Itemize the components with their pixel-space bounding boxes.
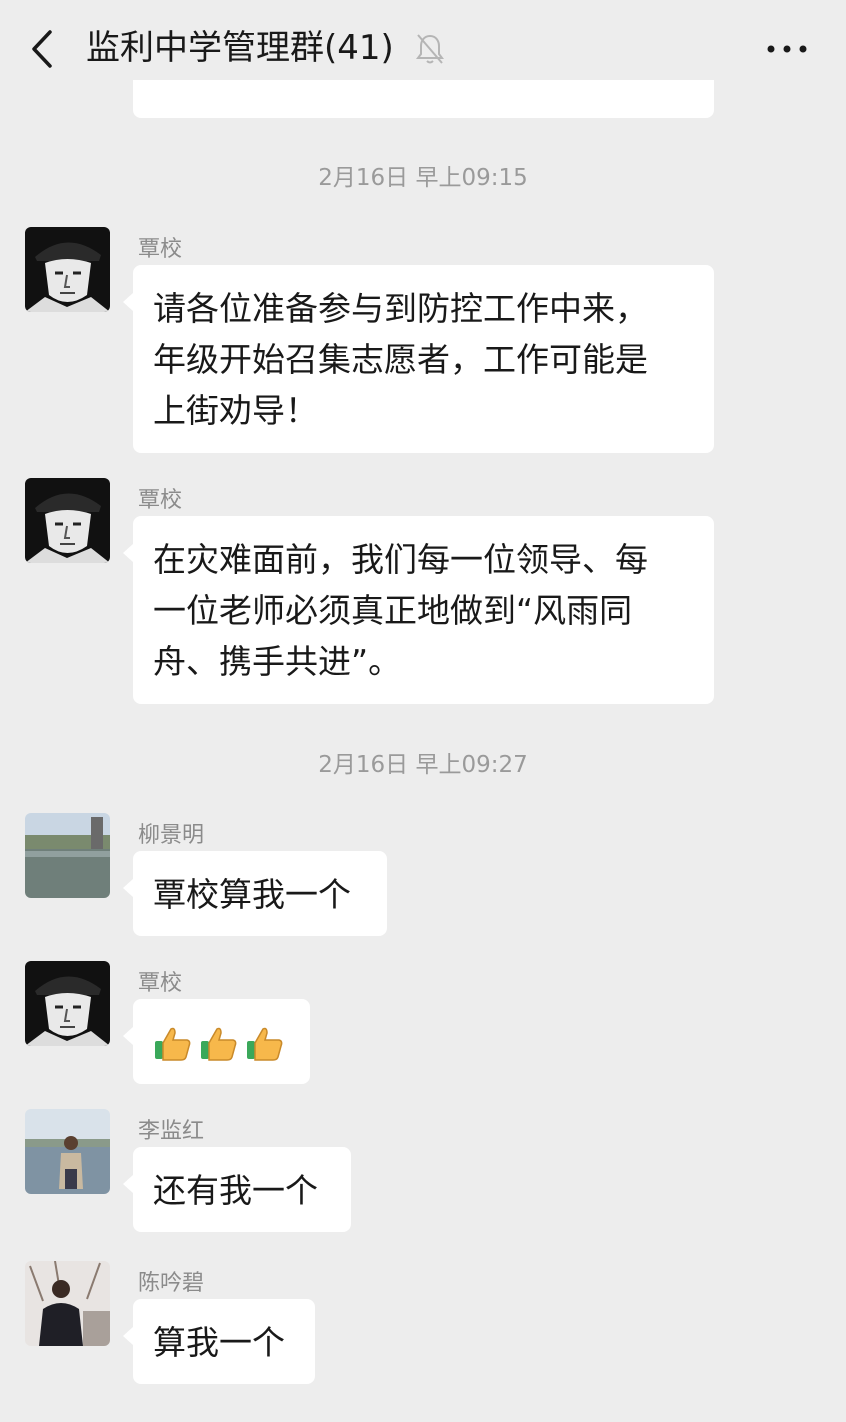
avatar-landscape-icon [25, 813, 110, 898]
message-line: 在灾难面前，我们每一位领导、每 [153, 540, 648, 579]
sender-name: 柳景明 [138, 823, 205, 848]
sender-name: 陈吟碧 [138, 1271, 205, 1296]
chat-title: 监利中学管理群(41) [86, 28, 394, 68]
message-bubble[interactable] [123, 999, 310, 1084]
avatar[interactable] [25, 813, 110, 898]
avatar-portrait-icon [25, 961, 110, 1046]
message-line: 舟、携手共进”。 [153, 642, 402, 681]
avatar[interactable] [25, 1109, 110, 1194]
message-line: 年级开始召集志愿者，工作可能是 [153, 340, 648, 379]
more-dots-icon[interactable] [765, 38, 809, 60]
timestamp: 2月16日 早上09:15 [318, 165, 528, 191]
message-line: 一位老师必须真正地做到“风雨同 [153, 591, 633, 630]
message-bubble[interactable]: 覃校算我一个 [123, 851, 387, 936]
thumbs-up-icon [247, 1027, 283, 1061]
emoji-row [153, 1019, 290, 1063]
message-line: 还有我一个 [153, 1171, 318, 1210]
thumbs-up-icon [155, 1027, 191, 1061]
message-line: 算我一个 [153, 1323, 285, 1362]
message-bubble[interactable]: 在灾难面前，我们每一位领导、每 一位老师必须真正地做到“风雨同 舟、携手共进”。 [123, 516, 714, 704]
sender-name: 李监红 [138, 1119, 205, 1144]
avatar[interactable] [25, 478, 110, 563]
thumbs-up-icon [201, 1027, 237, 1061]
sender-name: 覃校 [138, 237, 183, 262]
avatar-portrait-icon [25, 227, 110, 312]
timestamp: 2月16日 早上09:27 [318, 752, 528, 778]
message-bubble[interactable]: 还有我一个 [123, 1147, 351, 1232]
message-line: 覃校算我一个 [153, 875, 351, 914]
avatar[interactable] [25, 1261, 110, 1346]
avatar[interactable] [25, 227, 110, 312]
avatar-person-lake-icon [25, 1109, 110, 1194]
message-bubble[interactable]: 请各位准备参与到防控工作中来， 年级开始召集志愿者，工作可能是 上街劝导！ [123, 265, 714, 453]
avatar[interactable] [25, 961, 110, 1046]
bell-off-icon [416, 34, 444, 64]
sender-name: 覃校 [138, 971, 183, 996]
sender-name: 覃校 [138, 488, 183, 513]
avatar-portrait-icon [25, 478, 110, 563]
avatar-person-trees-icon [25, 1261, 110, 1346]
message-line: 上街劝导！ [153, 391, 318, 430]
message-bubble[interactable]: 算我一个 [123, 1299, 315, 1384]
previous-message-bubble [133, 80, 714, 118]
chevron-left-icon[interactable] [26, 28, 60, 70]
message-line: 请各位准备参与到防控工作中来， [153, 289, 648, 328]
